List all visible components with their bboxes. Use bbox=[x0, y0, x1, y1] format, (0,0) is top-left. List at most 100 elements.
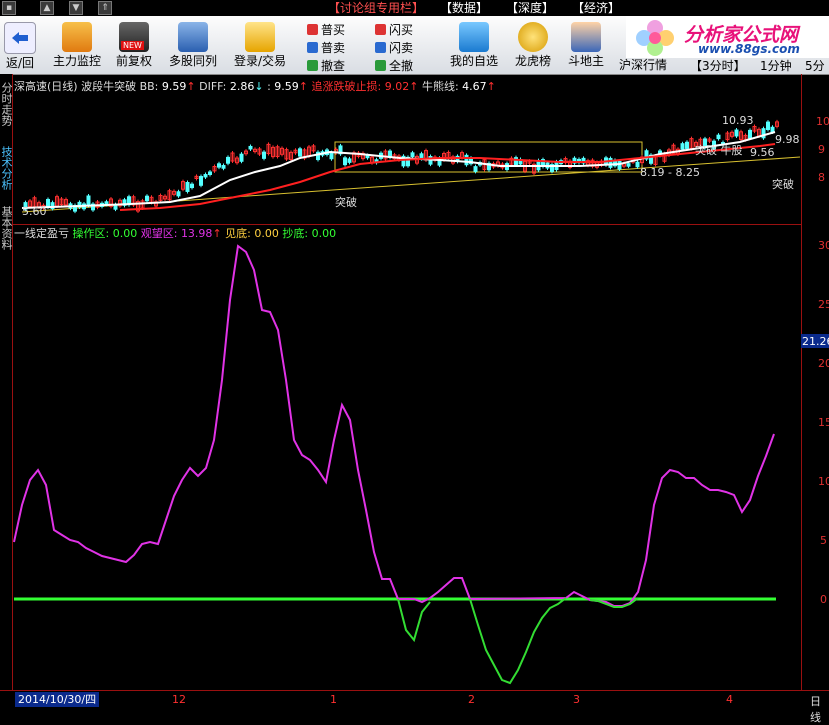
candle bbox=[473, 166, 478, 172]
menu-data[interactable]: 【数据】 bbox=[440, 0, 488, 16]
indicator-tick: 25 bbox=[818, 298, 829, 311]
tab-1min[interactable]: 1分钟 bbox=[760, 58, 792, 74]
candle bbox=[203, 174, 208, 178]
flash-sell-icon bbox=[375, 42, 386, 53]
indicator-tick: 20 bbox=[818, 357, 829, 370]
flash-buy-icon bbox=[375, 24, 386, 35]
flash-buy-button[interactable]: 闪买 bbox=[375, 22, 413, 38]
op-label: 操作区: bbox=[72, 227, 110, 240]
candle bbox=[46, 198, 50, 208]
watch-value: 13.98 bbox=[180, 227, 213, 240]
sell-icon bbox=[307, 42, 318, 53]
candle bbox=[226, 156, 230, 164]
top-strip: ▪ ▲ ▼ ⇑ 【讨论组专用栏】 【数据】 【深度】 【经济】 bbox=[0, 0, 829, 16]
candle bbox=[221, 165, 226, 169]
op-value: 0.00 bbox=[112, 227, 138, 240]
cancel-all-label: 全撤 bbox=[389, 59, 414, 73]
indicator-operate-line bbox=[397, 598, 431, 643]
bottom-label: 见底: bbox=[225, 227, 251, 240]
new-badge-icon: NEW bbox=[119, 22, 149, 52]
scroll-top-icon[interactable]: ⇑ bbox=[98, 1, 112, 15]
back-arrow-icon bbox=[4, 22, 36, 54]
cancel-query-icon bbox=[307, 60, 318, 71]
current-value-label: 21.26 bbox=[802, 335, 829, 348]
multi-stock-button[interactable]: 多股同列 bbox=[166, 20, 220, 74]
dragon-tiger-button[interactable]: 龙虎榜 bbox=[510, 20, 556, 74]
logo-url: www.88gs.com bbox=[698, 42, 800, 56]
stop-label: 追涨跌破止损: bbox=[311, 80, 382, 93]
candle bbox=[748, 129, 752, 139]
menu-depth[interactable]: 【深度】 bbox=[506, 0, 554, 16]
bear-value: 4.67 bbox=[462, 80, 487, 93]
forward-adjust-label: 前复权 bbox=[115, 54, 152, 68]
indicator-tick: 0 bbox=[820, 593, 827, 606]
scroll-down-icon[interactable]: ▼ bbox=[69, 1, 83, 15]
candle bbox=[635, 161, 640, 168]
stock-name: 深高速(日线) 波段牛突破 bbox=[14, 80, 137, 93]
cancel-all-icon bbox=[375, 60, 386, 71]
candle bbox=[626, 163, 631, 167]
landlord-label: 斗地主 bbox=[567, 54, 604, 68]
menu-discussion[interactable]: 【讨论组专用栏】 bbox=[328, 0, 424, 16]
indicator-tick: 10 bbox=[818, 475, 829, 488]
normal-sell-button[interactable]: 普卖 bbox=[307, 40, 345, 56]
candle bbox=[770, 126, 775, 133]
main-monitor-button[interactable]: 主力监控 bbox=[50, 20, 104, 74]
resistance-label-2: 9.56 bbox=[750, 146, 775, 159]
price-tick: 10 bbox=[816, 115, 829, 128]
dragon-tiger-label: 龙虎榜 bbox=[514, 54, 551, 68]
multi-chart-icon bbox=[178, 22, 208, 52]
sh-sz-quote-button[interactable]: 沪深行情 bbox=[614, 58, 672, 74]
normal-sell-label: 普卖 bbox=[321, 41, 346, 55]
bull-breakout-note: 突破 牛股 bbox=[695, 144, 743, 157]
bottom-value: 0.00 bbox=[254, 227, 279, 240]
candle bbox=[464, 154, 469, 166]
cursor-date: 2014/10/30/四 bbox=[15, 692, 100, 707]
period-label: 日线 bbox=[810, 695, 821, 724]
login-trade-button[interactable]: 登录/交易 bbox=[230, 20, 290, 74]
dea-value: 9.59 bbox=[274, 80, 299, 93]
indicator-operate-line bbox=[469, 597, 567, 685]
indicator-watch-line bbox=[13, 244, 775, 607]
month-tick: 3 bbox=[573, 693, 580, 706]
price-tick: 9 bbox=[818, 143, 825, 156]
price-tick: 8 bbox=[818, 171, 825, 184]
window-button-icon[interactable]: ▪ bbox=[2, 1, 16, 15]
normal-buy-button[interactable]: 普买 bbox=[307, 22, 345, 38]
my-favorites-button[interactable]: 我的自选 bbox=[446, 20, 502, 74]
indicator-tick: 30 bbox=[818, 239, 829, 252]
back-button[interactable]: 返/回 bbox=[2, 20, 38, 74]
candle bbox=[734, 129, 739, 137]
tab-3min[interactable]: 【3分时】 bbox=[690, 58, 746, 74]
site-logo: 分析家公式网 www.88gs.com bbox=[626, 16, 829, 58]
candle bbox=[239, 153, 244, 162]
cancel-all-button[interactable]: 全撤 bbox=[375, 58, 413, 74]
scroll-up-icon[interactable]: ▲ bbox=[40, 1, 54, 15]
bb-value: 9.59 bbox=[161, 80, 187, 93]
menu-economy[interactable]: 【经济】 bbox=[572, 0, 620, 16]
candle bbox=[329, 152, 334, 160]
candle bbox=[217, 163, 221, 168]
bear-label: 牛熊线: bbox=[421, 80, 459, 93]
flash-sell-button[interactable]: 闪卖 bbox=[375, 40, 413, 56]
landlord-button[interactable]: 斗地主 bbox=[564, 20, 608, 74]
chart-area[interactable] bbox=[0, 74, 829, 690]
bb-label: BB: bbox=[139, 80, 159, 93]
favorites-icon bbox=[459, 22, 489, 52]
candle bbox=[766, 121, 770, 130]
buy-icon bbox=[307, 24, 318, 35]
month-tick: 12 bbox=[172, 693, 186, 706]
normal-buy-label: 普买 bbox=[321, 23, 346, 37]
candle bbox=[608, 157, 613, 168]
indicator-header: 一线定盈亏 操作区: 0.00 观望区: 13.98↑ 见底: 0.00 抄底:… bbox=[14, 227, 337, 240]
tab-5min[interactable]: 5分钟 bbox=[805, 58, 829, 89]
flower-logo-icon bbox=[636, 20, 674, 56]
cancel-query-button[interactable]: 撤查 bbox=[307, 58, 345, 74]
multi-stock-label: 多股同列 bbox=[168, 54, 217, 68]
forward-adjust-button[interactable]: NEW 前复权 bbox=[112, 20, 156, 74]
candle bbox=[347, 158, 352, 163]
range-label: 8.19 - 8.25 bbox=[640, 166, 700, 179]
candle bbox=[410, 152, 415, 158]
flash-buy-label: 闪买 bbox=[389, 23, 414, 37]
high-price-label: 10.93 bbox=[722, 114, 754, 127]
